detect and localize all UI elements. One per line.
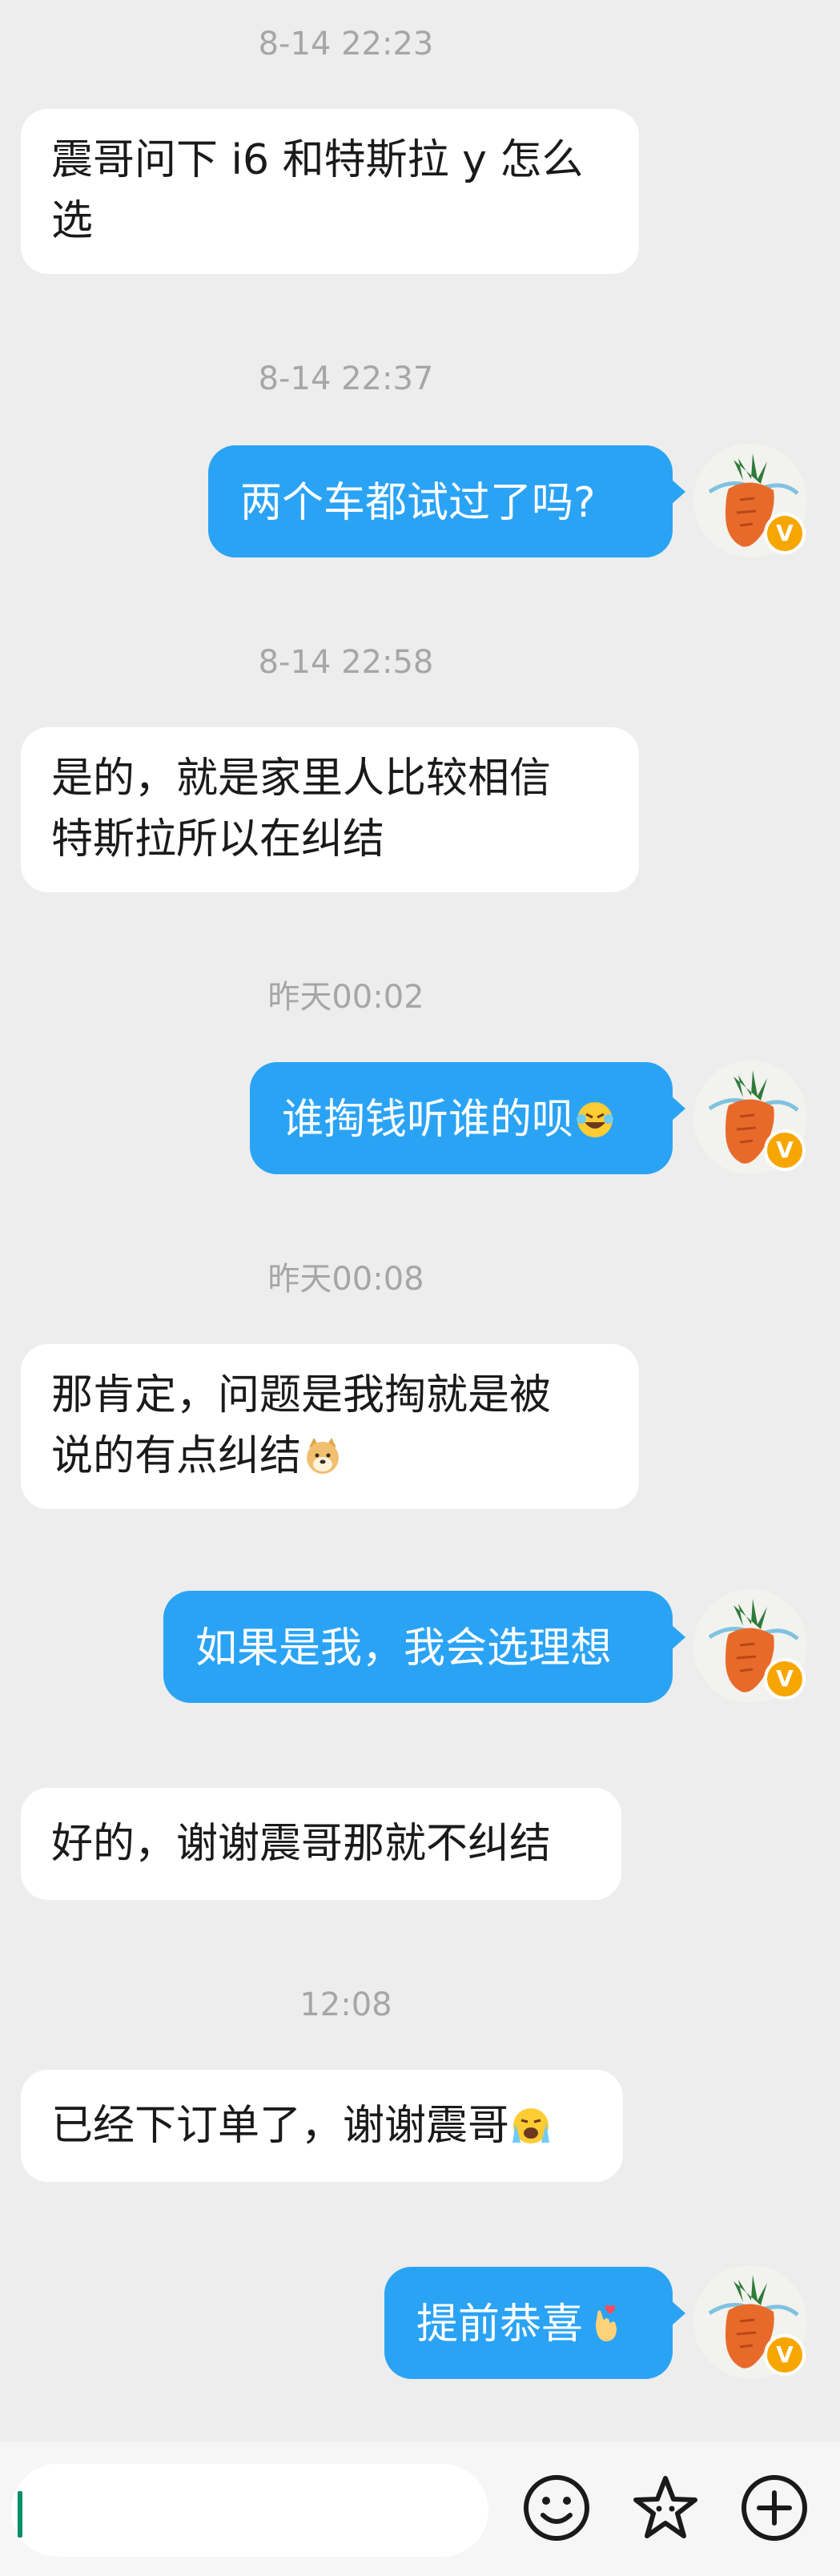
message-text: 已经下订单了，谢谢震哥 [51, 2102, 510, 2150]
incoming-message[interactable]: 震哥问下 i6 和特斯拉 y 怎么 选 [21, 109, 639, 274]
incoming-message[interactable]: 那肯定，问题是我掏就是被 说的有点纠结 [21, 1344, 639, 1509]
outgoing-message[interactable]: 谁掏钱听谁的呗 [250, 1062, 685, 1174]
message-text: 如果是我，我会选理想 [195, 1624, 613, 1672]
timestamp: 8-14 22:58 [258, 644, 434, 681]
smiley-face-icon[interactable] [522, 2473, 591, 2542]
avatar[interactable]: V [693, 1061, 807, 1174]
timestamp: 12:08 [299, 1986, 392, 2023]
finger-heart-emoji [596, 2304, 617, 2341]
timestamp: 8-14 22:23 [258, 26, 434, 62]
message-text: 是的，就是家里人比较相信 [51, 755, 552, 803]
avatar[interactable]: V [693, 444, 807, 557]
message-text: 两个车都试过了吗? [240, 479, 596, 527]
crying-emoji [512, 2108, 550, 2143]
message-text: 那肯定，问题是我掏就是被 [51, 1371, 552, 1419]
timestamp: 8-14 22:37 [258, 360, 434, 397]
verified-badge: V [764, 1129, 806, 1171]
message-input[interactable] [11, 2464, 488, 2557]
text-caret [18, 2491, 22, 2538]
message-text: 谁掏钱听谁的呗 [282, 1096, 574, 1144]
verified-badge: V [764, 513, 806, 554]
input-bar [0, 2441, 840, 2576]
message-text: 特斯拉所以在纠结 [51, 815, 385, 863]
verified-badge: V [764, 1658, 806, 1700]
incoming-message[interactable]: 是的，就是家里人比较相信 特斯拉所以在纠结 [21, 727, 639, 892]
laughing-tears-emoji [577, 1102, 614, 1137]
plus-circle-icon[interactable] [740, 2473, 809, 2542]
avatar[interactable]: V [693, 2265, 807, 2379]
incoming-message[interactable]: 好的，谢谢震哥那就不纠结 [21, 1788, 621, 1900]
message-text: 选 [51, 197, 94, 245]
star-sticker-icon[interactable] [631, 2473, 700, 2542]
outgoing-message[interactable]: 提前恭喜 [384, 2267, 685, 2379]
message-text: 提前恭喜 [416, 2300, 584, 2349]
outgoing-message[interactable]: 两个车都试过了吗? [208, 445, 685, 557]
avatar[interactable]: V [693, 1589, 807, 1703]
message-text: 说的有点纠结 [51, 1432, 302, 1480]
verified-badge: V [764, 2334, 806, 2376]
message-text: 好的，谢谢震哥那就不纠结 [51, 1820, 552, 1868]
timestamp: 昨天00:08 [267, 1261, 424, 1298]
doge-emoji [307, 1438, 340, 1474]
message-text: 震哥问下 i6 和特斯拉 y 怎么 [51, 136, 584, 184]
incoming-message[interactable]: 已经下订单了，谢谢震哥 [21, 2070, 623, 2182]
timestamp: 昨天00:02 [267, 979, 424, 1016]
outgoing-message[interactable]: 如果是我，我会选理想 [163, 1591, 685, 1703]
